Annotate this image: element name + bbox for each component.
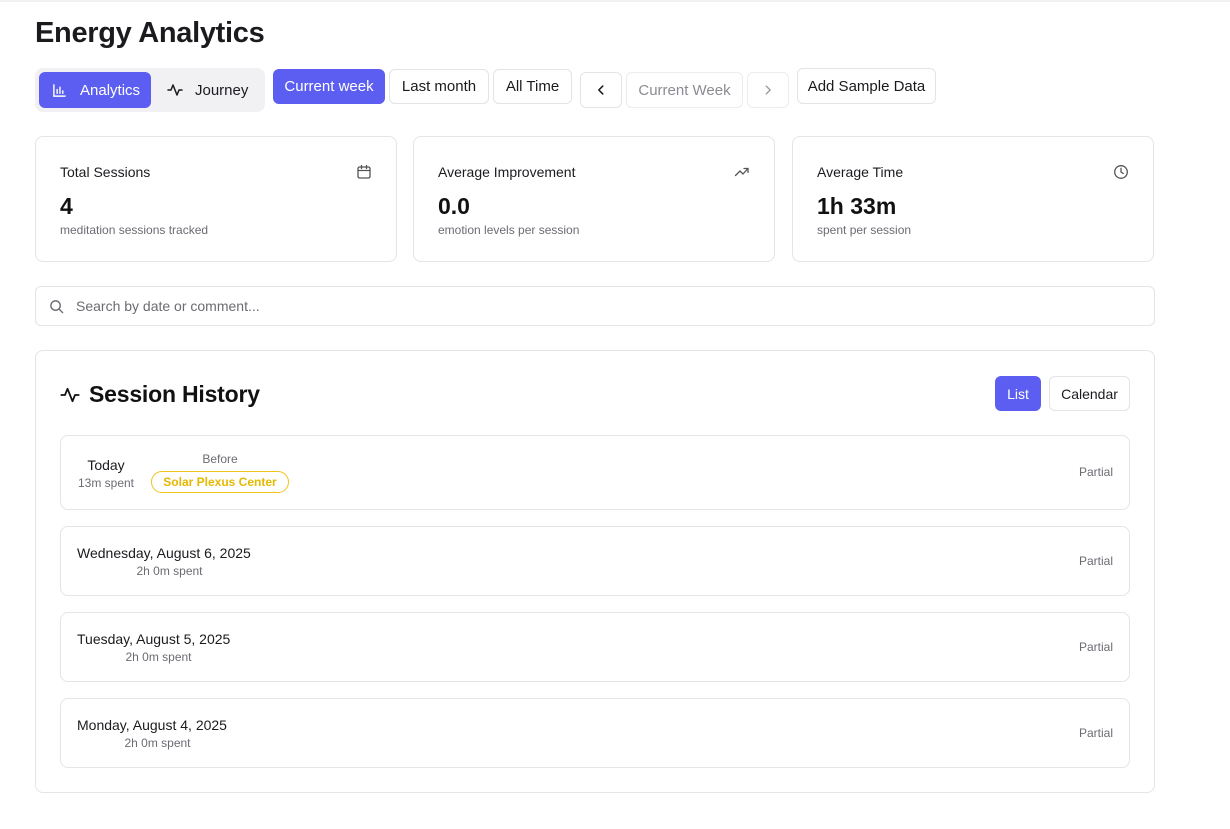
- list-view-button[interactable]: List: [995, 376, 1041, 411]
- session-history-title: Session History: [89, 381, 260, 407]
- stat-value: 1h 33m: [817, 193, 897, 219]
- previous-period-button[interactable]: [580, 72, 622, 108]
- session-status: Partial: [1078, 465, 1113, 479]
- session-row[interactable]: Tuesday, August 5, 2025 2h 0m spent Part…: [60, 612, 1130, 682]
- calendar-icon: [357, 164, 371, 179]
- last-month-button[interactable]: Last month: [389, 69, 489, 104]
- before-label: Before: [202, 452, 238, 466]
- search-icon: [50, 300, 64, 314]
- view-switcher: Analytics Journey: [35, 68, 265, 112]
- search-bar: [35, 286, 1155, 326]
- session-date: Tuesday, August 5, 2025: [77, 631, 231, 647]
- session-history-heading: Session History: [60, 381, 260, 408]
- session-date: Today: [87, 457, 125, 473]
- activity-icon: [167, 84, 183, 96]
- session-duration: 2h 0m spent: [124, 736, 191, 750]
- stat-title: Total Sessions: [60, 164, 151, 180]
- period-label: Current Week: [626, 72, 743, 108]
- stat-title: Average Time: [817, 164, 904, 180]
- top-divider: [0, 0, 1230, 2]
- total-sessions-card: Total Sessions 4 meditation sessions tra…: [35, 136, 397, 262]
- chevron-right-icon: [765, 85, 771, 95]
- stat-title: Average Improvement: [438, 164, 576, 180]
- session-history-panel: Session History List Calendar Today 13m …: [35, 350, 1155, 793]
- analytics-tab[interactable]: Analytics: [39, 72, 151, 108]
- stat-subtitle: meditation sessions tracked: [60, 223, 209, 237]
- stat-subtitle: emotion levels per session: [438, 223, 580, 237]
- session-row[interactable]: Monday, August 4, 2025 2h 0m spent Parti…: [60, 698, 1130, 768]
- chakra-badge: Solar Plexus Center: [151, 471, 289, 493]
- analytics-tab-label: Analytics: [80, 81, 141, 99]
- activity-icon: [60, 387, 80, 402]
- session-date: Monday, August 4, 2025: [77, 717, 227, 733]
- session-row[interactable]: Wednesday, August 6, 2025 2h 0m spent Pa…: [60, 526, 1130, 596]
- session-status: Partial: [1078, 640, 1113, 654]
- clock-icon: [1114, 165, 1128, 179]
- stat-value: 4: [60, 193, 73, 219]
- session-duration: 13m spent: [77, 476, 135, 490]
- average-time-card: Average Time 1h 33m spent per session: [792, 136, 1154, 262]
- session-duration: 2h 0m spent: [125, 650, 192, 664]
- page-title: Energy Analytics: [35, 17, 265, 49]
- session-status: Partial: [1078, 554, 1113, 568]
- calendar-view-button[interactable]: Calendar: [1049, 376, 1130, 411]
- session-row[interactable]: Today 13m spent Before Solar Plexus Cent…: [60, 435, 1130, 510]
- chevron-left-icon: [598, 85, 604, 95]
- add-sample-data-button[interactable]: Add Sample Data: [797, 68, 936, 104]
- session-duration: 2h 0m spent: [136, 564, 203, 578]
- trending-up-icon: [734, 167, 749, 177]
- current-week-button[interactable]: Current week: [273, 69, 385, 104]
- stat-value: 0.0: [438, 193, 470, 219]
- bar-chart-icon: [53, 83, 66, 97]
- session-status: Partial: [1078, 726, 1113, 740]
- journey-tab-label: Journey: [195, 81, 249, 99]
- stat-subtitle: spent per session: [817, 223, 912, 237]
- all-time-button[interactable]: All Time: [493, 69, 572, 104]
- next-period-button[interactable]: [747, 72, 789, 108]
- session-date: Wednesday, August 6, 2025: [77, 545, 251, 561]
- average-improvement-card: Average Improvement 0.0 emotion levels p…: [413, 136, 775, 262]
- journey-tab[interactable]: Journey: [163, 72, 261, 108]
- search-input[interactable]: [76, 287, 1146, 325]
